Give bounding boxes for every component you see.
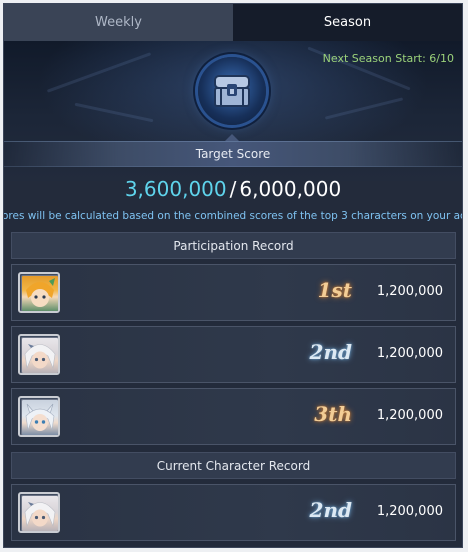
treasure-chest-icon (198, 57, 266, 125)
character-avatar-blonde (18, 272, 60, 313)
goal-score: 6,000,000 (239, 177, 342, 201)
target-score-label-bar: Target Score (4, 134, 462, 167)
season-banner: Next Season Start: 6/10 Target Score (4, 41, 462, 181)
tab-weekly[interactable]: Weekly (4, 4, 233, 41)
tab-season[interactable]: Season (233, 4, 462, 41)
season-record-panel: Weekly Season Next Season Start: 6/10 Ta… (3, 3, 463, 548)
rank-label: 2nd (309, 498, 352, 522)
participation-record-header: Participation Record (11, 232, 456, 259)
current-character-record-header: Current Character Record (11, 452, 456, 479)
character-avatar-cat-ear (18, 396, 60, 437)
score-value: 1,200,000 (376, 284, 443, 299)
target-score-label: Target Score (195, 147, 271, 161)
rank-label: 2nd (309, 340, 352, 364)
current-score: 3,600,000 (124, 177, 227, 201)
score-separator: / (229, 177, 237, 201)
rank-label: 3th (314, 402, 352, 426)
rank-label: 1st (317, 278, 352, 302)
tab-bar: Weekly Season (4, 4, 462, 41)
score-description: ores will be calculated based on the com… (3, 210, 463, 222)
target-score-value: 3,600,000/6,000,000 (4, 177, 462, 201)
next-season-start: Next Season Start: 6/10 (322, 52, 454, 65)
participation-row-1[interactable]: 1st 1,200,000 (11, 264, 456, 321)
score-value: 1,200,000 (376, 346, 443, 361)
character-avatar-white-hair (18, 334, 60, 375)
score-value: 1,200,000 (376, 408, 443, 423)
score-value: 1,200,000 (376, 504, 443, 519)
current-character-row[interactable]: 2nd 1,200,000 (11, 484, 456, 541)
character-avatar-white-hair (18, 492, 60, 533)
participation-row-3[interactable]: 3th 1,200,000 (11, 388, 456, 445)
participation-row-2[interactable]: 2nd 1,200,000 (11, 326, 456, 383)
